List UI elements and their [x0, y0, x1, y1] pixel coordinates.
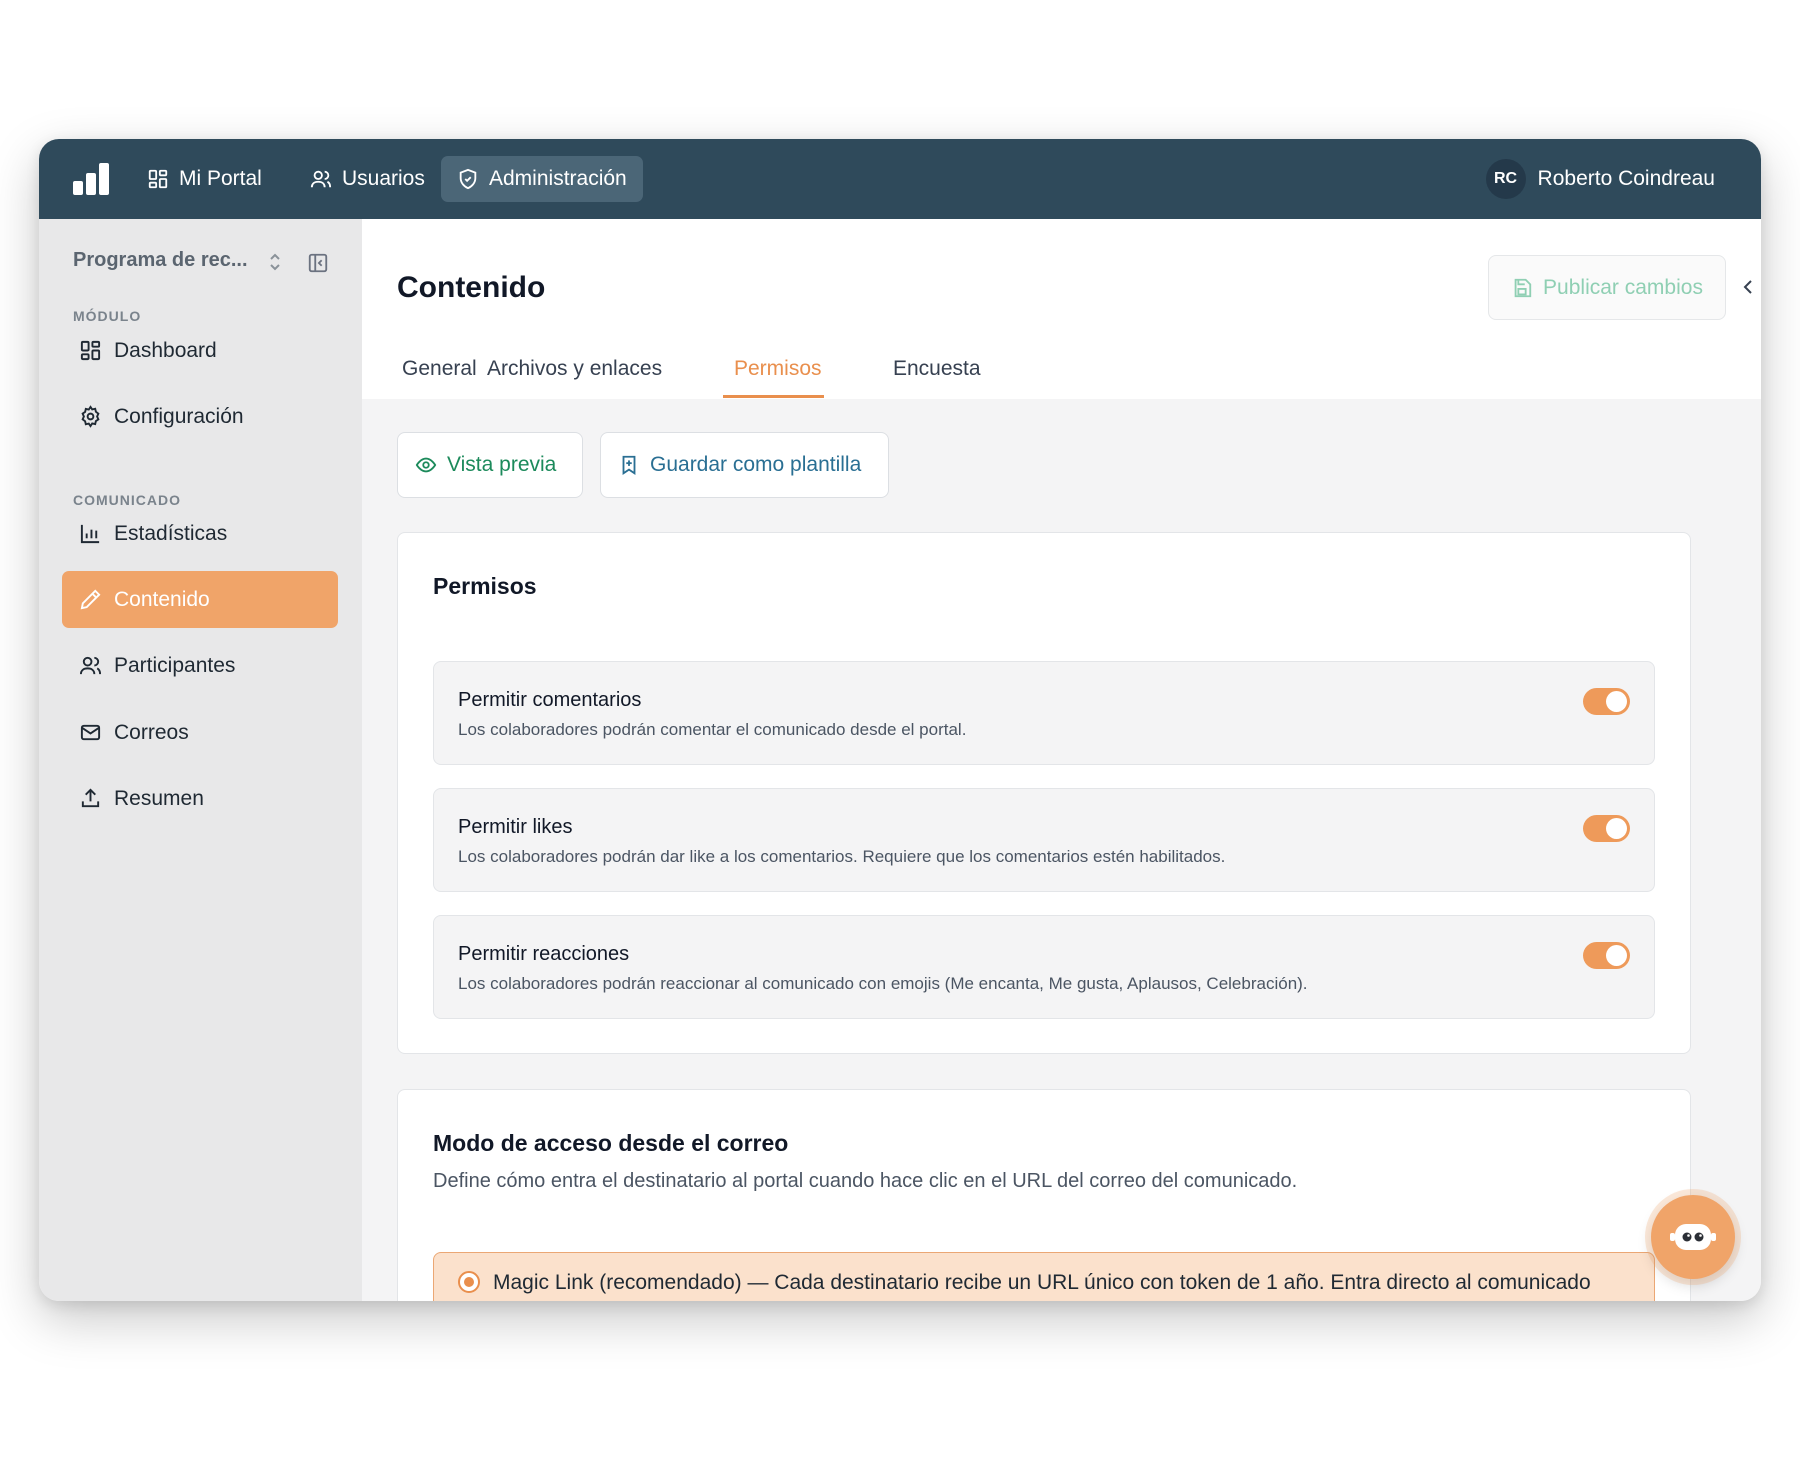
sidebar-item-label: Resumen [114, 786, 204, 810]
option-label: Magic Link (recomendado) — Cada destinat… [493, 1271, 1591, 1294]
likes-toggle[interactable] [1583, 815, 1630, 842]
grid-icon [148, 169, 168, 189]
nav-administracion[interactable]: Administración [441, 156, 643, 202]
nav-mi-portal[interactable]: Mi Portal [131, 156, 278, 202]
access-mode-card: Modo de acceso desde el correo Define có… [397, 1089, 1691, 1301]
sidebar-item-label: Estadísticas [114, 521, 228, 545]
save-template-button[interactable]: Guardar como plantilla [600, 432, 889, 498]
nav-usuarios[interactable]: Usuarios [294, 156, 441, 202]
save-icon [1514, 278, 1532, 297]
permission-title: Permitir reacciones [458, 943, 630, 965]
permission-title: Permitir likes [458, 816, 573, 838]
sidebar-item-dashboard[interactable]: Dashboard [62, 322, 338, 379]
sidebar: Programa de rec... MÓDULO Dashboard Conf… [39, 219, 362, 1301]
user-menu[interactable]: RC Roberto Coindreau [1485, 157, 1715, 201]
permission-desc: Los colaboradores podrán dar like a los … [458, 847, 1226, 866]
assistant-bot-button[interactable] [1651, 1195, 1735, 1279]
chevron-updown-icon[interactable] [267, 251, 283, 273]
access-desc: Define cómo entra el destinatario al por… [433, 1170, 1298, 1192]
sidebar-item-estadisticas[interactable]: Estadísticas [62, 505, 338, 562]
sidebar-item-configuracion[interactable]: Configuración [62, 388, 338, 445]
access-title: Modo de acceso desde el correo [433, 1130, 789, 1156]
permissions-card: Permisos Permitir comentarios Los colabo… [397, 532, 1691, 1054]
users-icon [79, 656, 102, 675]
sidebar-item-label: Dashboard [114, 338, 217, 362]
user-name: Roberto Coindreau [1537, 167, 1715, 190]
nav-label: Mi Portal [179, 167, 262, 190]
shield-icon [459, 168, 477, 190]
permission-desc: Los colaboradores podrán reaccionar al c… [458, 974, 1308, 993]
permission-row-likes: Permitir likes Los colaboradores podrán … [433, 788, 1655, 892]
users-icon [310, 170, 332, 188]
program-name: Programa de rec... [73, 249, 248, 271]
collapse-sidebar-icon[interactable] [307, 252, 329, 274]
sidebar-item-participantes[interactable]: Participantes [62, 637, 338, 694]
robot-icon [1670, 1224, 1716, 1250]
tab-encuesta[interactable]: Encuesta [893, 357, 981, 381]
permissions-title: Permisos [433, 573, 537, 599]
reactions-toggle[interactable] [1583, 942, 1630, 969]
permission-desc: Los colaboradores podrán comentar el com… [458, 720, 967, 739]
sidebar-item-resumen[interactable]: Resumen [62, 770, 338, 827]
app-window: Mi Portal Usuarios Administración RC Rob… [39, 139, 1761, 1301]
nav-label: Usuarios [342, 167, 425, 190]
sidebar-item-label: Participantes [114, 653, 236, 677]
tab-archivos-y-enlaces[interactable]: Archivos y enlaces [487, 357, 662, 381]
permission-title: Permitir comentarios [458, 689, 642, 711]
mail-icon [80, 724, 101, 741]
publish-label: Publicar cambios [1543, 275, 1703, 299]
publish-button[interactable]: Publicar cambios [1488, 255, 1726, 320]
tab-permisos[interactable]: Permisos [734, 357, 822, 381]
eye-icon [415, 457, 437, 473]
grid-icon [80, 340, 101, 361]
program-selector[interactable]: Programa de rec... [73, 249, 248, 272]
preview-button[interactable]: Vista previa [397, 432, 583, 498]
content-header: Contenido Publicar cambios General Archi… [362, 219, 1761, 399]
sidebar-item-label: Contenido [114, 587, 210, 611]
bookmark-plus-icon [622, 455, 636, 475]
upload-icon [81, 788, 100, 808]
avatar: RC [1485, 159, 1526, 199]
active-tab-indicator [723, 395, 824, 398]
permission-row-reacciones: Permitir reacciones Los colaboradores po… [433, 915, 1655, 1019]
tab-general[interactable]: General [402, 357, 477, 381]
page-title: Contenido [397, 271, 546, 304]
sidebar-item-label: Configuración [114, 404, 244, 428]
comments-toggle[interactable] [1583, 688, 1630, 715]
sidebar-item-label: Correos [114, 720, 189, 744]
radio-selected-icon[interactable] [458, 1271, 480, 1293]
pencil-icon [80, 589, 101, 610]
gear-icon [81, 405, 100, 428]
logo-icon[interactable] [73, 163, 111, 195]
sidebar-item-correos[interactable]: Correos [62, 704, 338, 761]
magic-link-option[interactable]: Magic Link (recomendado) — Cada destinat… [433, 1252, 1655, 1301]
top-navbar: Mi Portal Usuarios Administración RC Rob… [39, 139, 1761, 219]
permission-row-comentarios: Permitir comentarios Los colaboradores p… [433, 661, 1655, 765]
main-content: Contenido Publicar cambios General Archi… [362, 219, 1761, 1301]
sidebar-item-contenido[interactable]: Contenido [62, 571, 338, 628]
chevron-left-icon[interactable] [1740, 276, 1756, 298]
nav-label: Administración [489, 167, 627, 190]
preview-label: Vista previa [447, 453, 557, 476]
save-template-label: Guardar como plantilla [650, 453, 862, 476]
bar-chart-icon [80, 524, 100, 544]
